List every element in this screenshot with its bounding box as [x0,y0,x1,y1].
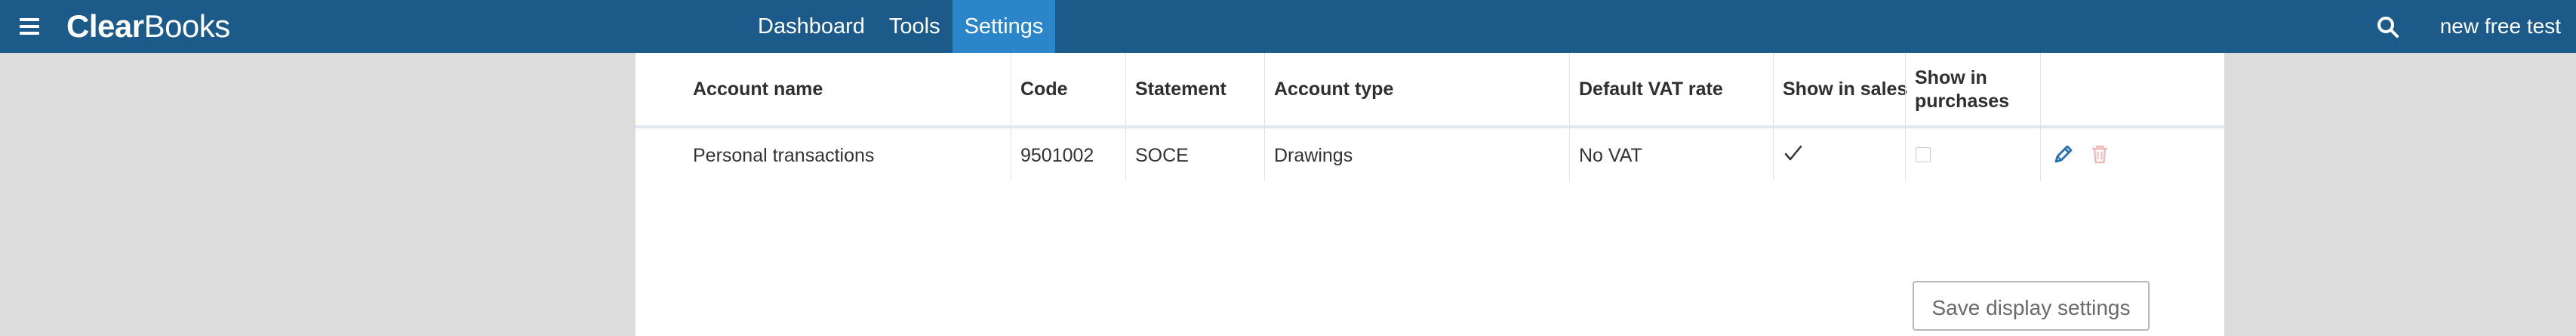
cell-code: 9501002 [1020,145,1094,166]
pencil-icon[interactable] [2051,142,2076,166]
cell-vat-rate: No VAT [1579,145,1642,166]
col-account-type[interactable]: Account type [1274,79,1393,100]
cell-account-name: Personal transactions [693,145,875,166]
nav-tools[interactable]: Tools [877,0,953,53]
main-nav: Dashboard Tools Settings [746,0,1056,53]
checkmark-icon[interactable] [1784,143,1803,163]
search-icon[interactable] [2376,15,2400,39]
nav-dashboard[interactable]: Dashboard [746,0,877,53]
column-divider [1905,53,1906,181]
top-bar: ClearBooks Dashboard Tools Settings new … [0,0,2576,53]
col-show-in-purchases[interactable]: Show in purchases [1915,66,2028,113]
col-show-in-sales[interactable]: Show in sales [1783,79,1907,100]
table-header: Account name Code Statement Account type… [636,53,2224,128]
column-divider [1569,53,1570,181]
cell-statement: SOCE [1135,145,1189,166]
column-divider [1264,53,1265,181]
content-panel: Account name Code Statement Account type… [636,53,2224,336]
user-menu[interactable]: new free test [2440,0,2561,53]
show-in-purchases-checkbox[interactable] [1916,147,1931,162]
column-divider [1773,53,1774,181]
col-default-vat-rate[interactable]: Default VAT rate [1579,79,1723,100]
cell-account-type: Drawings [1274,145,1353,166]
col-statement[interactable]: Statement [1135,79,1226,100]
clearbooks-logo[interactable]: ClearBooks [66,7,230,46]
col-code[interactable]: Code [1020,79,1068,100]
nav-settings[interactable]: Settings [952,0,1056,53]
column-divider [2040,53,2041,181]
save-display-settings-button[interactable]: Save display settings [1913,281,2150,331]
column-divider [1125,53,1126,181]
trash-icon[interactable] [2088,142,2112,166]
hamburger-menu-icon[interactable] [20,18,39,35]
col-account-name[interactable]: Account name [693,79,823,100]
